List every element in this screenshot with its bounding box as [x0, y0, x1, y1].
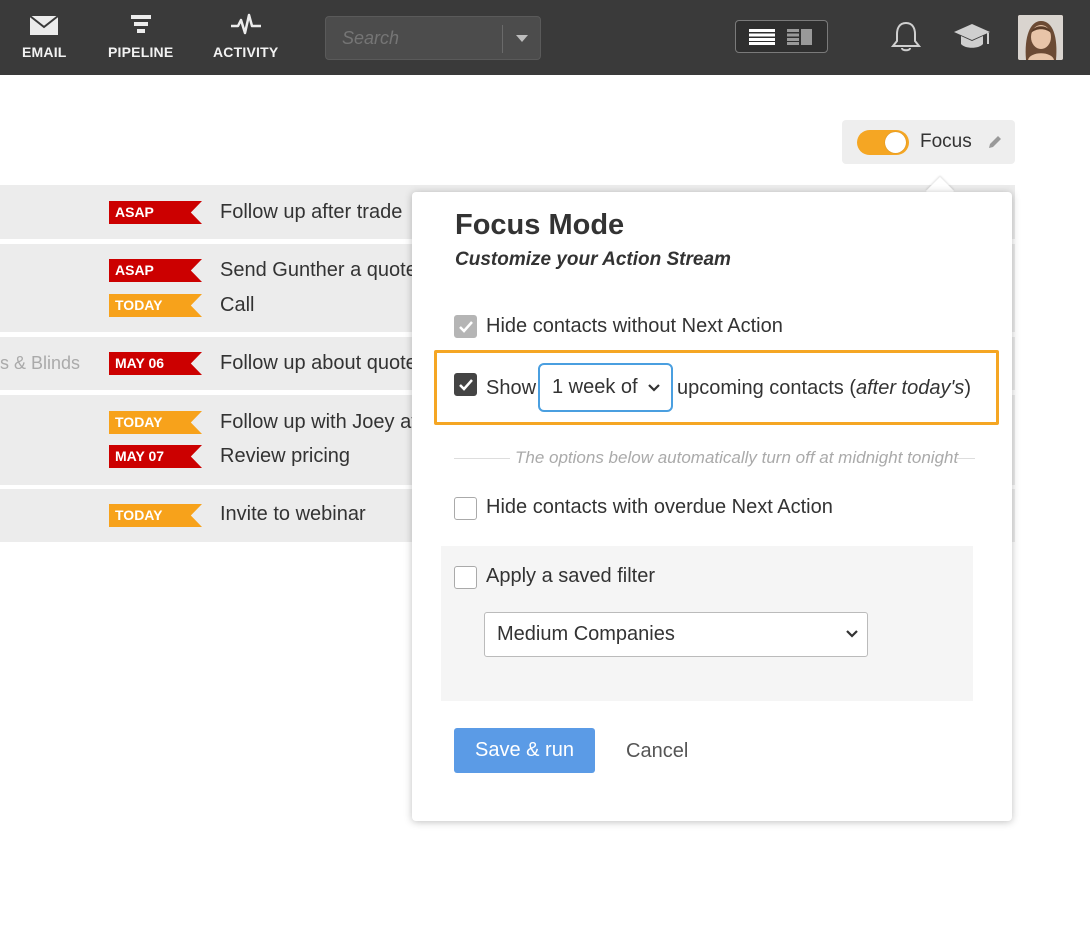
hide-no-action-checkbox[interactable] — [454, 315, 477, 338]
show-upcoming-checkbox[interactable] — [454, 373, 477, 396]
separator-text: The options below automatically turn off… — [515, 448, 959, 467]
upcoming-suffix: upcoming contacts ( — [677, 377, 856, 399]
funnel-icon — [130, 15, 151, 33]
focus-switch[interactable] — [857, 130, 909, 155]
upcoming-range-value: 1 week of — [552, 376, 638, 398]
checkmark-icon — [459, 379, 473, 391]
saved-filter-label: Apply a saved filter — [486, 565, 655, 587]
pencil-icon[interactable] — [987, 134, 1003, 150]
due-tag: ASAP — [109, 259, 202, 282]
focus-mode-popover: Focus Mode Customize your Action Stream … — [412, 192, 1012, 821]
search-box — [325, 16, 541, 60]
activity-pulse-icon — [230, 13, 261, 35]
due-tag: MAY 07 — [109, 445, 202, 468]
save-and-run-button[interactable]: Save & run — [454, 728, 595, 773]
hide-overdue-label: Hide contacts with overdue Next Action — [486, 496, 833, 518]
switch-knob — [885, 132, 906, 153]
popover-subtitle: Customize your Action Stream — [455, 249, 731, 270]
task-text[interactable]: Follow up about quote — [220, 352, 417, 375]
envelope-icon — [29, 15, 59, 35]
task-text[interactable]: Invite to webinar — [220, 503, 366, 526]
focus-toggle[interactable]: Focus — [842, 120, 1015, 164]
saved-filter-checkbox[interactable] — [454, 566, 477, 589]
due-tag: TODAY — [109, 411, 202, 434]
chevron-down-icon — [846, 630, 858, 638]
due-tag: TODAY — [109, 294, 202, 317]
graduation-cap-icon[interactable] — [953, 22, 991, 52]
search-divider — [502, 25, 503, 53]
saved-filter-value: Medium Companies — [497, 623, 675, 645]
upcoming-contacts-label: upcoming contacts (after today's) — [677, 377, 971, 400]
nav-email[interactable]: EMAIL — [22, 12, 67, 60]
due-tag: TODAY — [109, 504, 202, 527]
task-text[interactable]: Send Gunther a quote — [220, 259, 417, 282]
card-view-icon[interactable] — [787, 29, 812, 45]
checkmark-icon — [459, 321, 473, 333]
user-avatar[interactable] — [1018, 15, 1063, 60]
saved-filter-select[interactable]: Medium Companies — [484, 612, 868, 657]
bell-icon[interactable] — [890, 20, 922, 54]
chevron-down-icon — [648, 384, 660, 392]
search-input[interactable] — [342, 28, 502, 49]
list-view-icon[interactable] — [749, 29, 775, 45]
nav-activity-label: ACTIVITY — [213, 44, 279, 60]
cancel-button[interactable]: Cancel — [626, 740, 688, 763]
task-text[interactable]: Follow up after trade — [220, 201, 402, 224]
task-text[interactable]: Follow up with Joey at — [220, 411, 417, 434]
company-name[interactable]: s & Blinds — [0, 353, 80, 374]
upcoming-range-select[interactable]: 1 week of — [538, 363, 673, 412]
due-tag: ASAP — [109, 201, 202, 224]
hide-overdue-checkbox[interactable] — [454, 497, 477, 520]
task-text[interactable]: Review pricing — [220, 445, 350, 468]
after-today-text: after today's — [855, 377, 965, 399]
popover-title: Focus Mode — [455, 209, 625, 241]
nav-pipeline[interactable]: PIPELINE — [108, 12, 173, 60]
upcoming-suffix-end: ) — [964, 377, 971, 399]
view-toggle[interactable] — [735, 20, 828, 53]
focus-label: Focus — [920, 131, 972, 152]
hide-no-action-label: Hide contacts without Next Action — [486, 315, 783, 337]
nav-activity[interactable]: ACTIVITY — [213, 12, 278, 60]
search-dropdown-icon[interactable] — [516, 35, 528, 42]
nav-email-label: EMAIL — [22, 44, 67, 60]
task-text[interactable]: Call — [220, 294, 254, 317]
due-tag: MAY 06 — [109, 352, 202, 375]
top-nav-bar: EMAIL PIPELINE ACTIVITY — [0, 0, 1090, 75]
nav-pipeline-label: PIPELINE — [108, 44, 174, 60]
separator-line-left — [454, 458, 510, 459]
show-label: Show — [486, 377, 537, 399]
separator-line-right — [957, 458, 975, 459]
